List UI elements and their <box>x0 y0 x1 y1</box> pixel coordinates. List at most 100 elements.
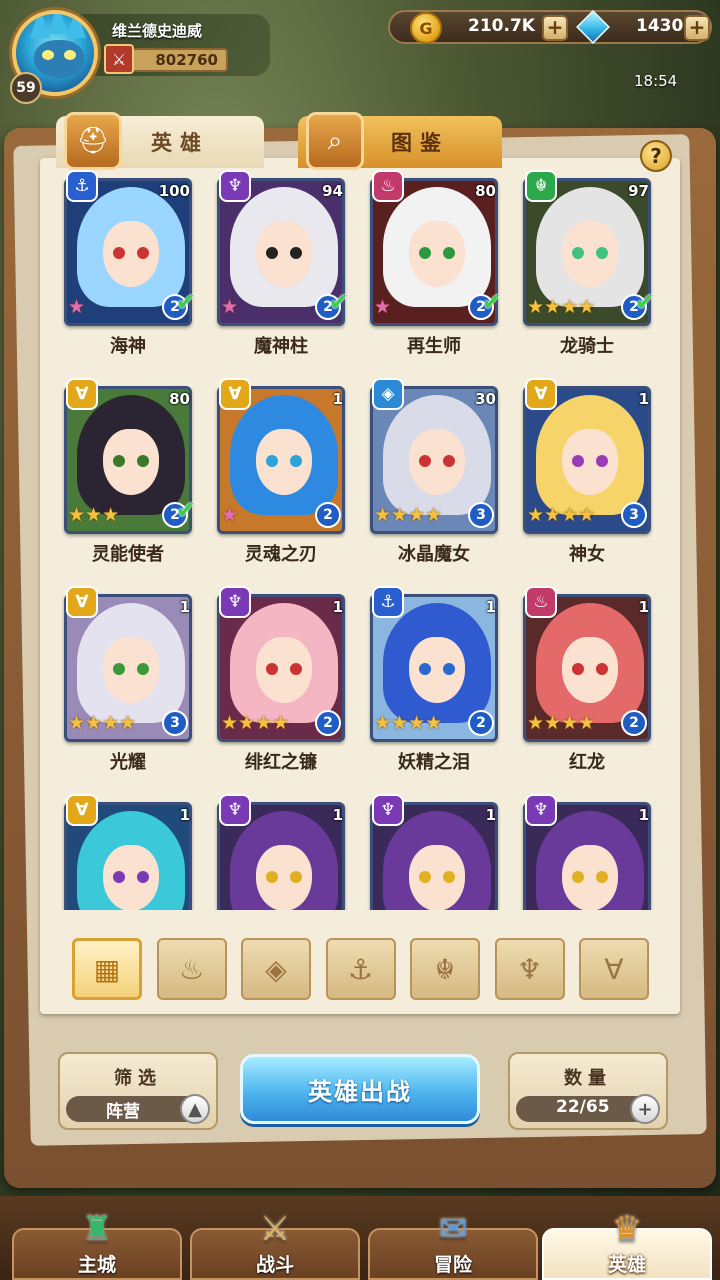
anchor-faction-icon: ⚓ <box>66 170 98 202</box>
demon-faction-icon: ♆ <box>525 794 557 826</box>
demon-faction-icon: ♆ <box>219 586 251 618</box>
hero-face <box>409 845 465 910</box>
hero-name: 光耀 <box>110 752 146 773</box>
hero-card[interactable]: ⚓ 100 ★ 2 ✔ 海神 <box>64 170 197 360</box>
filter-demon-button[interactable]: ♆ <box>494 938 565 1000</box>
star-icon: ★ <box>119 712 137 734</box>
star-icon: ★ <box>221 296 239 318</box>
anchor-icon: ⚓ <box>347 952 374 986</box>
star-icon: ★ <box>527 712 545 734</box>
add-gems-button[interactable]: + <box>684 15 710 41</box>
star-icon: ★ <box>408 504 426 526</box>
gold-coin-icon: G <box>410 12 442 44</box>
gold-amount: 210.7K <box>468 16 535 36</box>
filter-anchor-button[interactable]: ⚓ <box>325 938 396 1000</box>
hero-name: 红龙 <box>569 752 605 773</box>
hero-face <box>103 429 159 495</box>
helmet-icon: ⛑ <box>64 112 122 170</box>
hero-card[interactable]: ♆ 1 <box>217 794 347 910</box>
avatar-spike <box>30 14 50 38</box>
star-icon: ★ <box>527 504 545 526</box>
hero-eye <box>443 663 455 675</box>
star-icon: ★ <box>68 712 86 734</box>
filter-light-button[interactable]: ∀ <box>579 938 649 1000</box>
add-gold-button[interactable]: + <box>542 15 568 41</box>
star-icon: ★ <box>85 504 103 526</box>
hero-card[interactable]: ◈ 30 ★ ★ ★ ★ 3 冰晶魔女 <box>370 378 500 568</box>
hero-eye <box>443 871 455 883</box>
star-icon: ★ <box>374 504 392 526</box>
hero-card[interactable]: ∀ 1 ★ 2 灵魂之刃 <box>217 378 347 568</box>
hero-face <box>256 637 312 703</box>
hero-level: 1 <box>638 390 649 408</box>
hero-card[interactable]: ∀ 80 ★ ★ ★ 2 ✔ 灵能使者 <box>64 378 196 568</box>
hero-name: 海神 <box>110 336 146 357</box>
hero-stars: ★ ★ ★ ★ <box>374 506 442 525</box>
hero-card[interactable]: ∀ 1 <box>64 794 194 910</box>
hero-eye <box>419 663 431 675</box>
hero-stars: ★ <box>374 298 391 317</box>
hero-card[interactable]: ♆ 94 ★ 2 ✔ 魔神柱 <box>217 170 350 360</box>
hero-face <box>409 221 465 287</box>
hero-level: 80 <box>169 390 190 408</box>
avatar-face <box>34 40 84 78</box>
help-button[interactable]: ? <box>640 140 672 172</box>
hero-eye <box>419 247 431 259</box>
hero-stars: ★ ★ ★ ★ <box>527 298 595 317</box>
filter-grid-button[interactable]: ▦ <box>72 938 142 1000</box>
hero-eye <box>266 663 278 675</box>
hero-card[interactable]: ∀ 1 ★ ★ ★ ★ 3 神女 <box>523 378 653 568</box>
hero-face <box>562 637 618 703</box>
hero-card[interactable]: ∀ 1 ★ ★ ★ ★ 3 光耀 <box>64 586 194 776</box>
tab-heroes-label: 英雄 <box>151 131 209 155</box>
filter-dragon-button[interactable]: ☬ <box>410 938 480 1000</box>
count-title: 数量 <box>564 1068 612 1089</box>
hero-grade-badge: 3 <box>162 710 188 736</box>
hero-level: 100 <box>158 182 190 200</box>
flame-icon: ♨ <box>178 952 205 986</box>
check-icon: ✔ <box>176 288 197 316</box>
hero-card[interactable]: ☬ 97 ★ ★ ★ ★ 2 ✔ 龙骑士 <box>523 170 655 360</box>
deploy-heroes-button[interactable]: 英雄出战 <box>240 1054 480 1124</box>
hero-face <box>562 221 618 287</box>
hero-face <box>256 429 312 495</box>
hero-eye <box>266 455 278 467</box>
demon-faction-icon: ♆ <box>219 170 251 202</box>
check-icon: ✔ <box>482 288 503 316</box>
star-icon: ★ <box>425 504 443 526</box>
nav-label: 冒险 <box>433 1254 472 1276</box>
hero-level: 1 <box>179 598 190 616</box>
hero-level: 1 <box>485 806 496 824</box>
check-icon: ✔ <box>329 288 350 316</box>
star-icon: ★ <box>272 712 290 734</box>
hero-eye <box>596 663 608 675</box>
hero-card[interactable]: ♨ 1 ★ ★ ★ ★ 2 红龙 <box>523 586 653 776</box>
star-icon: ★ <box>578 712 596 734</box>
nav-label: 主城 <box>77 1254 116 1276</box>
flame-faction-icon: ♨ <box>372 170 404 202</box>
hero-card[interactable]: ♨ 80 ★ 2 ✔ 再生师 <box>370 170 503 360</box>
light-faction-icon: ∀ <box>66 586 98 618</box>
hero-level: 1 <box>638 598 649 616</box>
filter-toggle-button[interactable]: ▲ <box>180 1094 210 1124</box>
light-faction-icon: ∀ <box>219 378 251 410</box>
light-faction-icon: ∀ <box>66 378 98 410</box>
hero-card[interactable]: ♆ 1 ★ ★ ★ ★ 2 绯红之镰 <box>217 586 347 776</box>
star-icon: ★ <box>221 504 239 526</box>
hero-level: 1 <box>179 806 190 824</box>
hero-name: 妖精之泪 <box>398 752 470 773</box>
filter-ice-button[interactable]: ◈ <box>241 938 311 1000</box>
expand-capacity-button[interactable]: + <box>630 1094 660 1124</box>
hero-eye <box>290 247 302 259</box>
hero-level: 97 <box>628 182 649 200</box>
hero-card[interactable]: ♆ 1 <box>370 794 500 910</box>
hero-card[interactable]: ♆ 1 <box>523 794 653 910</box>
hero-grade-badge: 3 <box>468 502 494 528</box>
filter-flame-button[interactable]: ♨ <box>156 938 227 1000</box>
anchor-faction-icon: ⚓ <box>372 586 404 618</box>
star-icon: ★ <box>221 712 239 734</box>
light-icon: ∀ <box>604 952 624 986</box>
hero-card[interactable]: ⚓ 1 ★ ★ ★ ★ 2 妖精之泪 <box>370 586 500 776</box>
ice-faction-icon: ◈ <box>372 378 404 410</box>
star-icon: ★ <box>374 712 392 734</box>
